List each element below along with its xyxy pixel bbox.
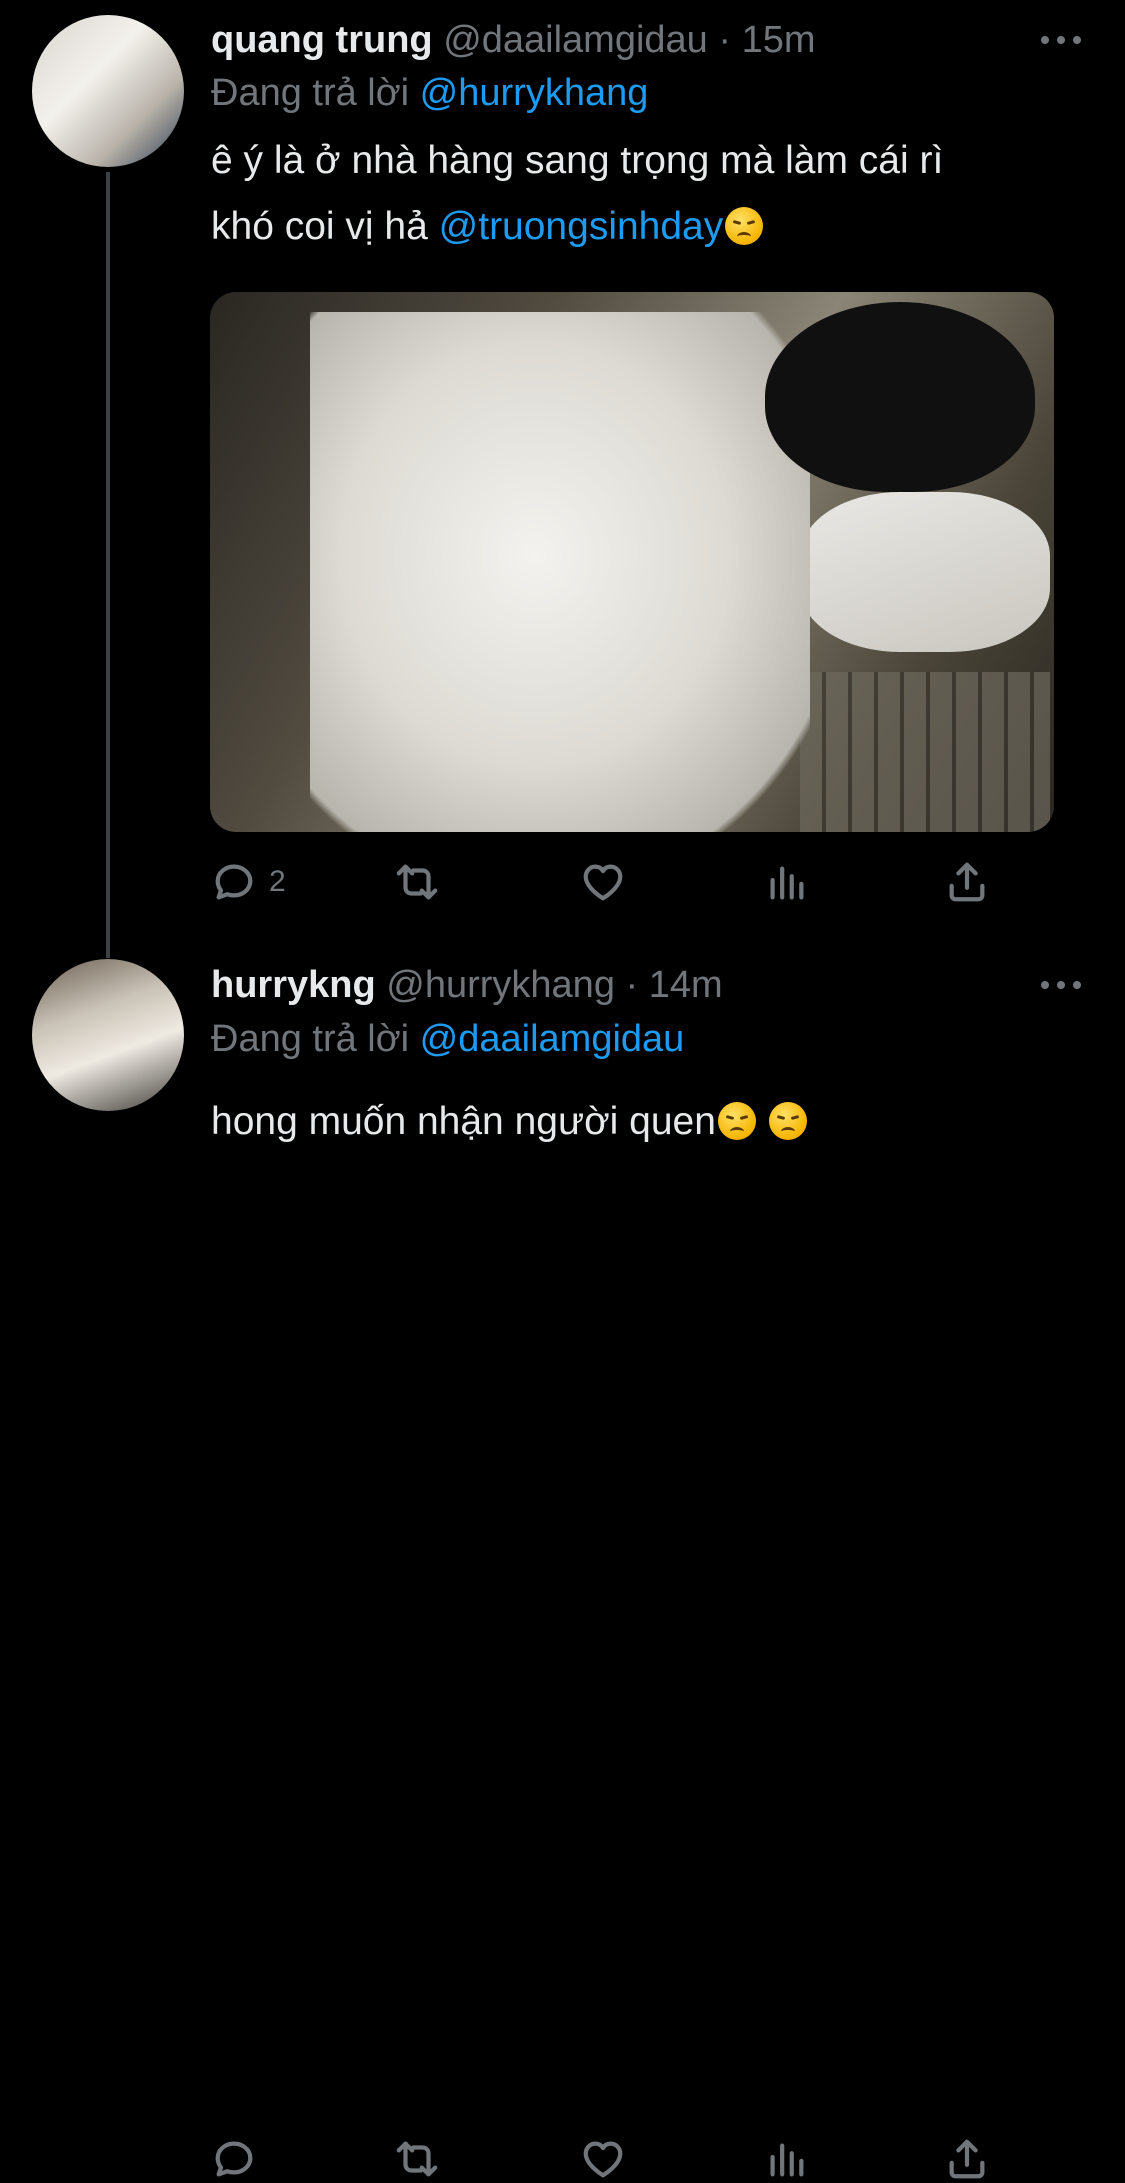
timestamp[interactable]: 15m: [742, 19, 816, 61]
tweet-text-line-2: khó coi vị hả: [211, 205, 428, 248]
reply-button[interactable]: [211, 2135, 257, 2183]
reply-count: 2: [269, 865, 286, 898]
disappointed-face-emoji: [725, 207, 764, 245]
like-button[interactable]: [580, 858, 626, 906]
replying-to: Đang trả lời @hurrykhang: [211, 71, 648, 115]
tweet-text: hong muốn nhận người quen: [211, 1089, 1071, 1155]
like-icon: [583, 2141, 623, 2178]
separator: ·: [625, 964, 639, 1006]
tweet-photo[interactable]: [210, 292, 1054, 832]
replying-to-mention[interactable]: @hurrykhang: [420, 72, 649, 114]
retweet-button[interactable]: [394, 2135, 440, 2183]
separator: ·: [718, 19, 732, 61]
views-icon: [770, 2143, 804, 2177]
user-handle[interactable]: @hurrykhang: [386, 964, 615, 1006]
thread-line: [106, 172, 110, 958]
display-name[interactable]: quang trung: [211, 19, 433, 61]
photo-hair: [765, 302, 1035, 492]
tweet-text-line-1: hong muốn nhận người quen: [211, 1100, 716, 1143]
disappointed-face-emoji: [768, 1102, 807, 1140]
tweet-header: hurrykng @hurrykhang · 14m: [211, 963, 723, 1007]
retweet-icon: [396, 864, 438, 900]
disappointed-face-emoji: [717, 1102, 756, 1140]
like-button[interactable]: [580, 2135, 626, 2183]
timestamp[interactable]: 14m: [649, 964, 723, 1006]
photo-toilet: [800, 492, 1050, 652]
avatar[interactable]: [32, 15, 184, 167]
tweet-actions: 2: [211, 858, 991, 906]
tweet-actions: [211, 2135, 991, 2183]
share-button[interactable]: [944, 858, 990, 906]
more-icon[interactable]: [1041, 34, 1081, 46]
replying-to-label: Đang trả lời: [211, 1018, 410, 1060]
retweet-button[interactable]: [394, 858, 440, 906]
reply-icon: [215, 864, 253, 900]
share-icon: [949, 862, 985, 902]
retweet-icon: [396, 2141, 438, 2177]
photo-person: [310, 312, 810, 832]
tweet-1[interactable]: quang trung @daailamgidau · 15m Đang trả…: [0, 0, 1125, 958]
tweet-text-line-1: ê ý là ở nhà hàng sang trọng mà làm cái …: [211, 139, 944, 182]
photo-floor: [800, 672, 1050, 832]
tweet-2[interactable]: hurrykng @hurrykhang · 14m Đang trả lời …: [0, 945, 1125, 2179]
replying-to: Đang trả lời @daailamgidau: [211, 1017, 684, 1061]
tweet-mention[interactable]: @truongsinhday: [439, 205, 724, 248]
replying-to-mention[interactable]: @daailamgidau: [420, 1018, 685, 1060]
more-icon[interactable]: [1041, 979, 1081, 991]
tweet-text: ê ý là ở nhà hàng sang trọng mà làm cái …: [211, 128, 1071, 260]
replying-to-label: Đang trả lời: [211, 72, 410, 114]
reply-button[interactable]: 2: [211, 858, 286, 906]
share-button[interactable]: [944, 2135, 990, 2183]
display-name[interactable]: hurrykng: [211, 964, 376, 1006]
reply-icon: [215, 2141, 253, 2177]
views-icon: [770, 866, 804, 900]
share-icon: [949, 2139, 985, 2179]
like-icon: [583, 864, 623, 901]
user-handle[interactable]: @daailamgidau: [443, 19, 708, 61]
tweet-header: quang trung @daailamgidau · 15m: [211, 18, 816, 62]
views-button[interactable]: [763, 2135, 809, 2183]
avatar[interactable]: [32, 959, 184, 1111]
views-button[interactable]: [763, 858, 809, 906]
